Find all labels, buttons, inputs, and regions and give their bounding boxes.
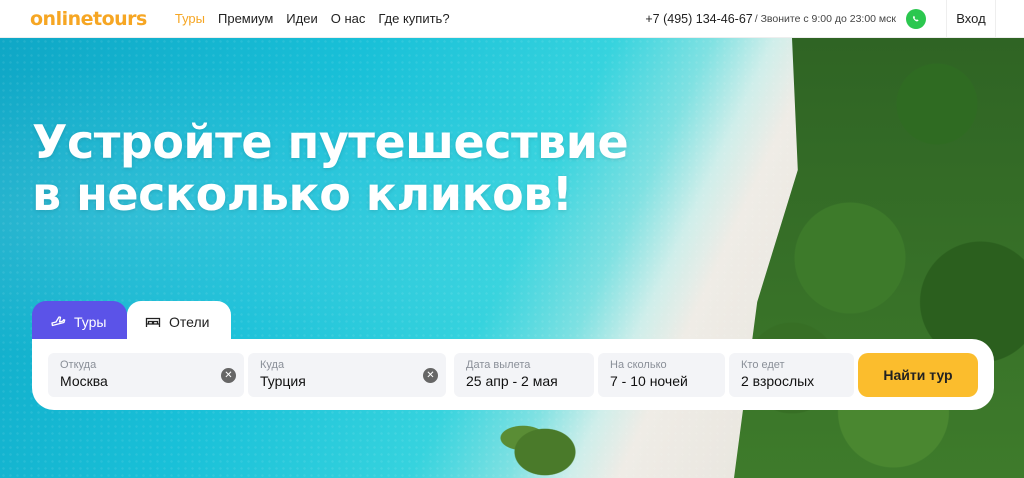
from-field[interactable]: Откуда Москва ✕	[48, 352, 244, 397]
nav-tours[interactable]: Туры	[175, 11, 205, 26]
guests-value: 2 взрослых	[741, 372, 815, 389]
login-button[interactable]: Вход	[946, 0, 996, 38]
phone-hours: / Звоните с 9:00 до 23:00 мск	[754, 12, 896, 25]
nav-about[interactable]: О нас	[331, 11, 366, 26]
nav-premium[interactable]: Премиум	[218, 11, 273, 26]
nav-ideas[interactable]: Идеи	[286, 11, 317, 26]
guests-field[interactable]: Кто едет 2 взрослых	[729, 352, 854, 397]
clear-to-icon[interactable]: ✕	[423, 367, 438, 383]
headline-line-2: в несколько кликов!	[32, 167, 573, 221]
main-nav: Туры Премиум Идеи О нас Где купить?	[175, 11, 450, 26]
logo[interactable]: onlinetours	[30, 8, 147, 30]
from-value: Москва	[60, 372, 108, 389]
search-panel: Откуда Москва ✕ Куда Турция ✕ Дата вылет…	[32, 339, 994, 410]
guests-label: Кто едет	[741, 358, 785, 371]
from-label: Откуда	[60, 358, 97, 371]
to-label: Куда	[260, 358, 285, 371]
date-value: 25 апр - 2 мая	[466, 372, 558, 389]
date-field[interactable]: Дата вылета 25 апр - 2 мая	[454, 352, 594, 397]
plane-icon	[51, 316, 66, 327]
headline-line-1: Устройте путешествие	[32, 115, 629, 169]
hero-headline: Устройте путешествие в несколько кликов!	[32, 115, 629, 221]
tab-hotels-label: Отели	[169, 314, 210, 330]
tab-tours-label: Туры	[74, 314, 107, 330]
nights-field[interactable]: На сколько 7 - 10 ночей	[598, 352, 725, 397]
whatsapp-icon[interactable]	[906, 8, 926, 29]
date-label: Дата вылета	[466, 358, 531, 371]
to-field[interactable]: Куда Турция ✕	[248, 352, 446, 397]
clear-from-icon[interactable]: ✕	[221, 367, 236, 383]
to-value: Турция	[260, 372, 306, 389]
top-header: onlinetours Туры Премиум Идеи О нас Где …	[0, 0, 1024, 38]
find-tour-button[interactable]: Найти тур	[858, 352, 978, 397]
hero-banner: Устройте путешествие в несколько кликов!	[0, 38, 1024, 478]
tab-hotels[interactable]: Отели	[127, 301, 231, 343]
palm-tree	[490, 410, 600, 478]
tab-tours[interactable]: Туры	[32, 301, 127, 343]
nav-where-to-buy[interactable]: Где купить?	[378, 11, 449, 26]
logo-text: onlinetours	[30, 7, 147, 30]
nights-label: На сколько	[610, 358, 667, 371]
search-tabs: Туры Отели	[32, 301, 231, 343]
nights-value: 7 - 10 ночей	[610, 372, 688, 389]
bed-icon	[145, 317, 161, 327]
phone-number[interactable]: +7 (495) 134-46-67	[645, 12, 752, 26]
